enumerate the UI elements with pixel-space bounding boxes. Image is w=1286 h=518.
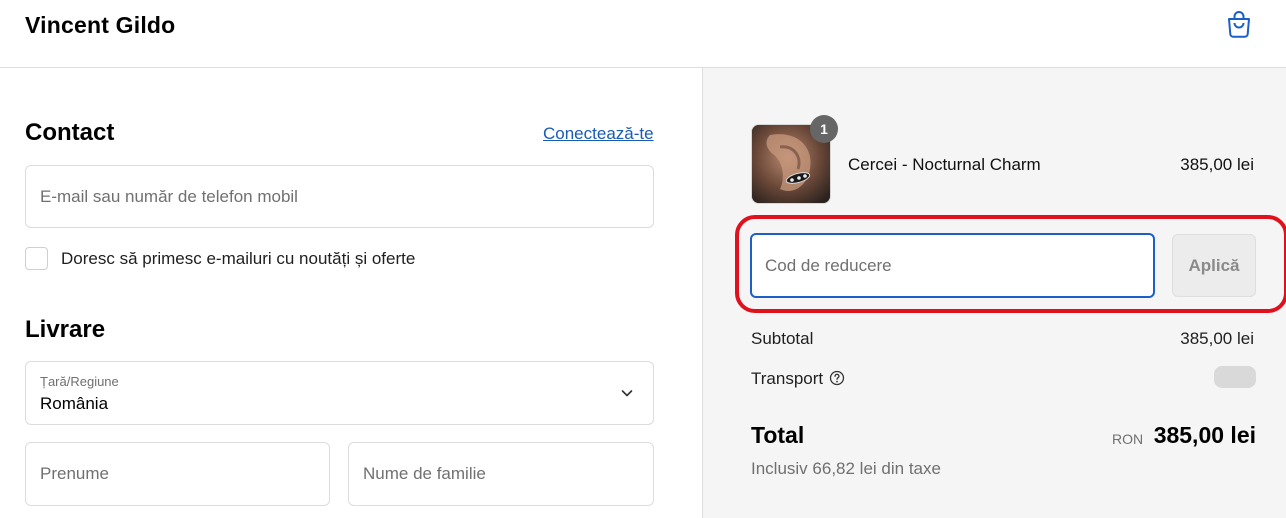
shipping-loading-placeholder <box>1214 366 1256 388</box>
newsletter-label[interactable]: Doresc să primesc e-mailuri cu noutăți ș… <box>61 249 415 269</box>
product-price: 385,00 lei <box>1180 155 1254 174</box>
apply-discount-button[interactable]: Aplică <box>1172 234 1256 297</box>
discount-code-input[interactable] <box>752 235 1153 296</box>
last-name-field[interactable] <box>349 443 653 505</box>
subtotal-label: Subtotal <box>751 329 814 348</box>
login-link[interactable]: Conectează-te <box>543 124 654 144</box>
checkout-form: Contact Conectează-te Doresc să primesc … <box>0 68 702 518</box>
first-name-field[interactable] <box>26 443 329 505</box>
email-field[interactable] <box>26 166 653 227</box>
newsletter-checkbox[interactable] <box>25 247 48 270</box>
country-label: Țară/Regiune <box>40 374 119 389</box>
cart-button[interactable] <box>1224 9 1254 39</box>
total-label: Total <box>751 422 805 448</box>
shopping-bag-icon <box>1228 11 1250 38</box>
newsletter-option: Doresc să primesc e-mailuri cu noutăți ș… <box>25 247 415 270</box>
order-summary: 1 Cercei - Nocturnal Charm 385,00 lei Ap… <box>702 68 1286 518</box>
contact-title: Contact <box>25 119 115 146</box>
discount-field-wrapper <box>750 233 1155 298</box>
store-name[interactable]: Vincent Gildo <box>25 12 175 39</box>
quantity-badge: 1 <box>810 115 838 143</box>
tax-note: Inclusiv 66,82 lei din taxe <box>751 459 941 478</box>
country-value: România <box>40 394 109 413</box>
first-name-wrapper <box>25 442 330 506</box>
delivery-title: Livrare <box>25 316 106 343</box>
email-field-wrapper <box>25 165 654 228</box>
shipping-row: Transport <box>751 369 845 389</box>
last-name-wrapper <box>348 442 654 506</box>
shipping-label: Transport <box>751 369 824 388</box>
product-name: Cercei - Nocturnal Charm <box>848 155 1041 174</box>
chevron-down-icon <box>621 390 633 397</box>
country-select[interactable]: Țară/Regiune România <box>25 361 654 425</box>
total-value: 385,00 lei <box>1153 422 1256 448</box>
help-icon[interactable] <box>829 370 845 386</box>
checkout-header: Vincent Gildo <box>0 0 1286 68</box>
total-currency: RON <box>1112 431 1144 447</box>
subtotal-value: 385,00 lei <box>1180 329 1254 348</box>
